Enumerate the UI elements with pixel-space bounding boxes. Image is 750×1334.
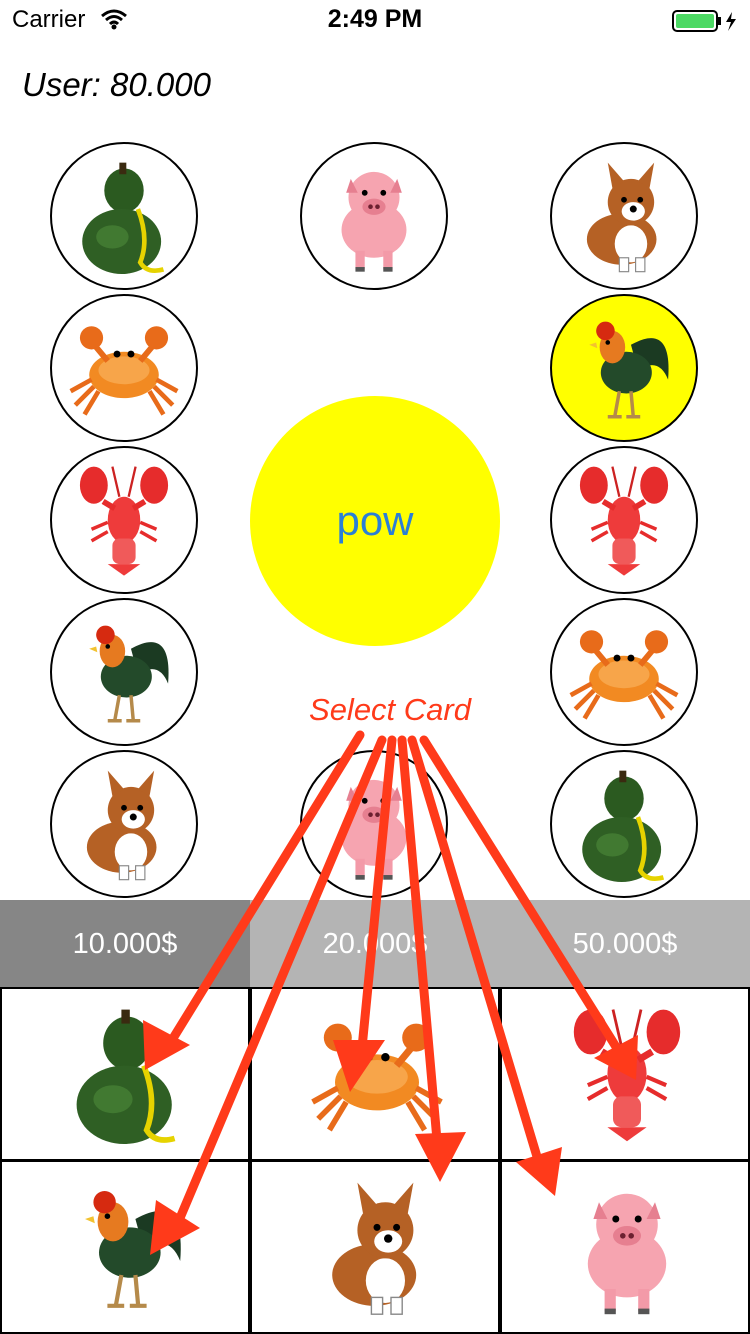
board-slot-gourd (50, 142, 198, 290)
pig-icon (341, 779, 407, 880)
board-slot-dog (550, 142, 698, 290)
bet-option-50000[interactable]: 50.000$ (500, 900, 750, 988)
card-pig[interactable] (500, 1160, 750, 1334)
card-crab[interactable] (250, 987, 500, 1161)
bet-option-20000[interactable]: 20.000$ (250, 900, 500, 988)
dog-icon (331, 1181, 417, 1315)
dog-icon (586, 162, 658, 273)
bet-option-10000[interactable]: 10.000$ (0, 900, 250, 988)
card-rooster[interactable] (0, 1160, 250, 1334)
board-slot-lobster (50, 446, 198, 594)
card-gourd[interactable] (0, 987, 250, 1161)
lobster-icon (66, 462, 182, 578)
pig-icon (587, 1193, 667, 1315)
rooster-icon (587, 319, 671, 419)
pig-icon (341, 171, 407, 272)
battery-icon (672, 10, 742, 37)
lobster-icon (557, 999, 697, 1149)
bet-bar: 10.000$ 20.000$ 50.000$ (0, 900, 750, 988)
board-slot-rooster (50, 598, 198, 746)
board-slot-rooster-highlighted (550, 294, 698, 442)
crab-icon (307, 999, 447, 1149)
card-grid (0, 987, 750, 1334)
board-slot-lobster (550, 446, 698, 594)
board-slot-pig (300, 142, 448, 290)
board-slot-crab (50, 294, 198, 442)
gourd-icon (566, 766, 682, 882)
pow-button[interactable]: pow (250, 396, 500, 646)
board-slot-pig (300, 750, 448, 898)
card-lobster[interactable] (500, 987, 750, 1161)
gourd-icon (57, 999, 197, 1149)
rooster-icon (87, 623, 171, 723)
gourd-icon (66, 158, 182, 274)
board-slot-gourd (550, 750, 698, 898)
crab-icon (66, 310, 182, 426)
lobster-icon (566, 462, 682, 578)
clock: 2:49 PM (327, 5, 423, 33)
dog-icon (86, 770, 158, 881)
crab-icon (566, 614, 682, 730)
card-dog[interactable] (250, 1160, 500, 1334)
board-slot-dog (50, 750, 198, 898)
status-bar: Carrier 2:49 PM (0, 0, 750, 40)
user-balance: User: 80.000 (22, 66, 211, 103)
rooster-icon (57, 1172, 197, 1322)
board-slot-crab (550, 598, 698, 746)
select-card-label: Select Card (309, 692, 471, 727)
